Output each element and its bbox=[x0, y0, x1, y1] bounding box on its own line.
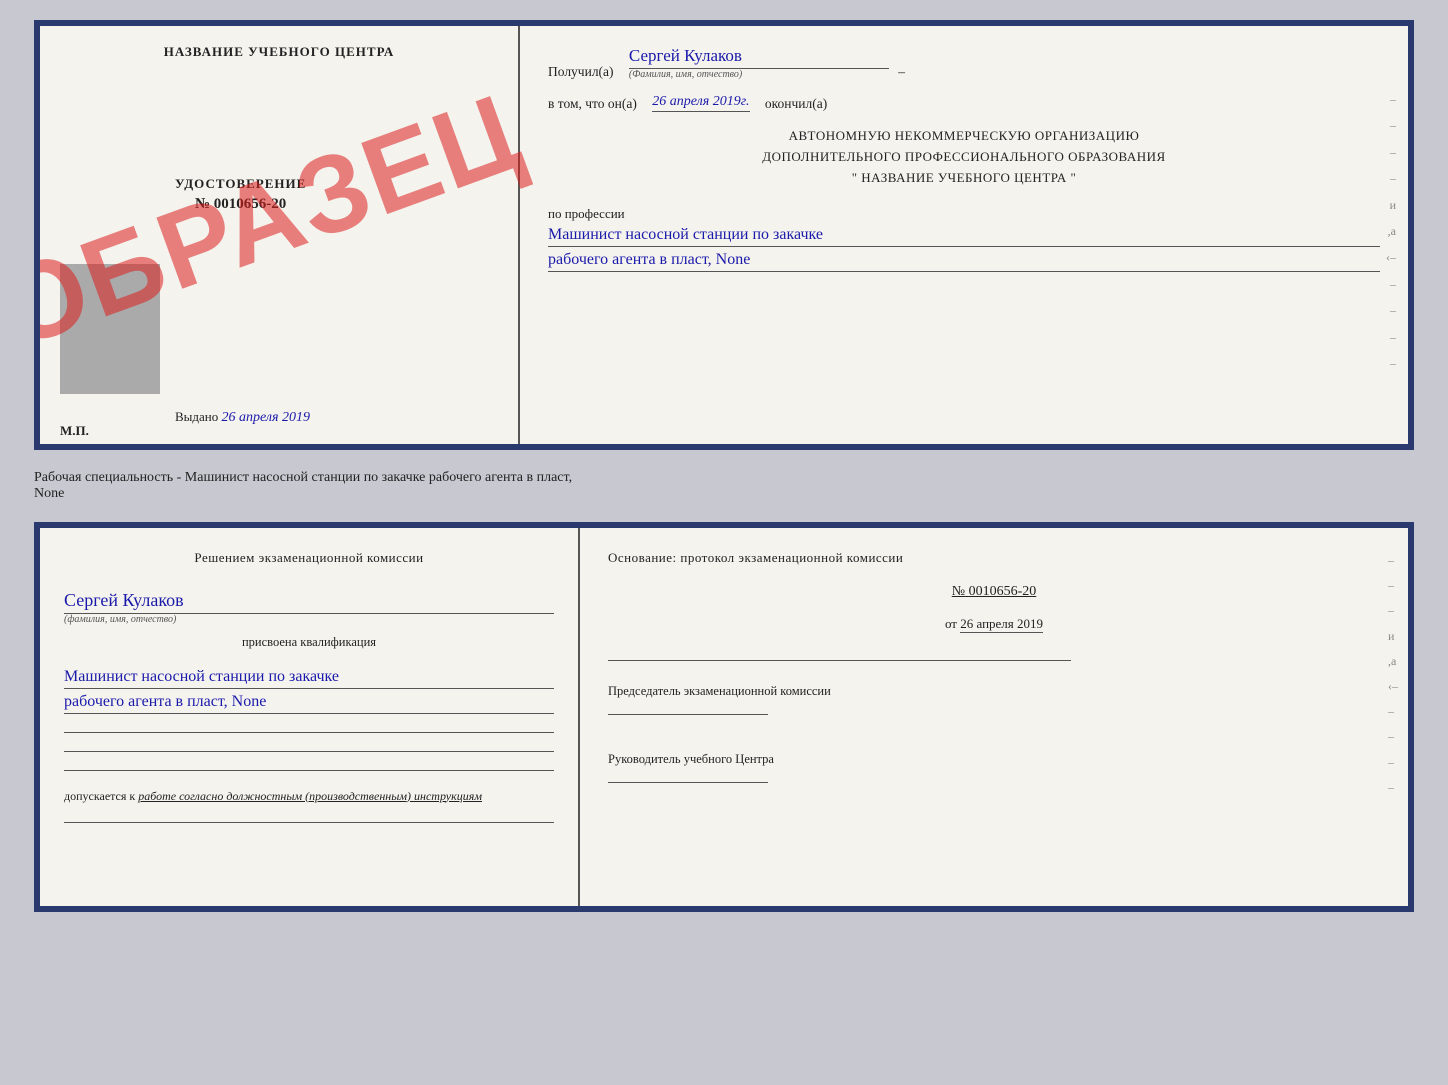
vydano-line: Выдано 26 апреля 2019 bbox=[175, 409, 310, 426]
familiya-label-bottom: (фамилия, имя, отчество) bbox=[64, 614, 554, 625]
vydano-date: 26 апреля 2019 bbox=[222, 410, 310, 425]
org-line1: АВТОНОМНУЮ НЕКОММЕРЧЕСКУЮ ОРГАНИЗАЦИЮ bbox=[548, 126, 1380, 147]
org-line3: " НАЗВАНИЕ УЧЕБНОГО ЦЕНТРА " bbox=[548, 168, 1380, 189]
dopuskaetsya-value: работе согласно должностным (производств… bbox=[138, 789, 482, 803]
caption-text1: Рабочая специальность - Машинист насосно… bbox=[34, 470, 1414, 486]
rukovoditel-sig-line bbox=[608, 782, 768, 783]
caption-text2: None bbox=[34, 486, 1414, 502]
blank-line4 bbox=[64, 822, 554, 823]
id-card-thumbnail bbox=[60, 264, 160, 394]
poluchil-label: Получил(а) bbox=[548, 64, 614, 80]
right-dashes-top: ––––и,а‹––––– bbox=[1386, 86, 1396, 376]
vtom-label: в том, что он(а) bbox=[548, 96, 637, 112]
profession-line1: Машинист насосной станции по закачке bbox=[548, 226, 1380, 247]
cert-top-right-panel: Получил(а) Сергей Кулаков (Фамилия, имя,… bbox=[520, 26, 1408, 444]
rukovoditel-label: Руководитель учебного Центра bbox=[608, 749, 1380, 769]
komissia-title: Решением экзаменационной комиссии bbox=[64, 548, 554, 568]
vtom-row: в том, что он(а) 26 апреля 2019г. окончи… bbox=[548, 94, 1380, 112]
blank-right-line1 bbox=[608, 652, 1380, 661]
bottom-certificate: Решением экзаменационной комиссии Сергей… bbox=[34, 522, 1414, 912]
rukovoditel-block: Руководитель учебного Центра bbox=[608, 749, 1380, 789]
predsedatel-label: Председатель экзаменационной комиссии bbox=[608, 681, 1380, 701]
familiya-label-top: (Фамилия, имя, отчество) bbox=[629, 69, 742, 80]
profession-label: по профессии bbox=[548, 206, 625, 221]
vydano-label: Выдано bbox=[175, 409, 218, 424]
cert-bottom-right-panel: Основание: протокол экзаменационной коми… bbox=[580, 528, 1408, 906]
cert-bottom-left-panel: Решением экзаменационной комиссии Сергей… bbox=[40, 528, 580, 906]
profession-line2: рабочего агента в пласт, None bbox=[548, 251, 1380, 272]
mp-label: М.П. bbox=[60, 423, 89, 439]
bottom-profession-block: Машинист насосной станции по закачке раб… bbox=[64, 664, 554, 714]
num-value: 0010656-20 bbox=[969, 584, 1037, 599]
osnovanie-title: Основание: протокол экзаменационной коми… bbox=[608, 548, 1380, 568]
blank-line2 bbox=[64, 751, 554, 752]
predsedatel-block: Председатель экзаменационной комиссии bbox=[608, 681, 1380, 721]
ot-date: 26 апреля 2019 bbox=[960, 616, 1043, 633]
okonchil-label: окончил(а) bbox=[765, 96, 827, 112]
profession-block: по профессии Машинист насосной станции п… bbox=[548, 206, 1380, 272]
poluchil-row: Получил(а) Сергей Кулаков (Фамилия, имя,… bbox=[548, 46, 1380, 80]
protokol-num: № 0010656-20 bbox=[608, 584, 1380, 600]
dopuskaetsya-label: допускается к bbox=[64, 789, 135, 803]
protokol-date: от 26 апреля 2019 bbox=[608, 616, 1380, 632]
udost-block: УДОСТОВЕРЕНИЕ № 0010656-20 bbox=[175, 176, 306, 213]
dopuskaetsya-block: допускается к работе согласно должностны… bbox=[64, 789, 554, 804]
udost-label: УДОСТОВЕРЕНИЕ bbox=[175, 176, 306, 192]
num-label: № bbox=[952, 584, 965, 599]
poluchil-value: Сергей Кулаков bbox=[629, 46, 889, 69]
top-certificate: НАЗВАНИЕ УЧЕБНОГО ЦЕНТРА ОБРАЗЕЦ УДОСТОВ… bbox=[34, 20, 1414, 450]
org-block: АВТОНОМНУЮ НЕКОММЕРЧЕСКУЮ ОРГАНИЗАЦИЮ ДО… bbox=[548, 126, 1380, 188]
vtom-date: 26 апреля 2019г. bbox=[652, 94, 749, 112]
cert-top-left-panel: НАЗВАНИЕ УЧЕБНОГО ЦЕНТРА ОБРАЗЕЦ УДОСТОВ… bbox=[40, 26, 520, 444]
name-block-bottom: Сергей Кулаков (фамилия, имя, отчество) bbox=[64, 584, 554, 625]
caption-block: Рабочая специальность - Машинист насосно… bbox=[34, 466, 1414, 506]
bottom-name-value: Сергей Кулаков bbox=[64, 590, 554, 614]
blank-line1 bbox=[64, 732, 554, 733]
udost-num: № 0010656-20 bbox=[175, 196, 306, 213]
bottom-profession-line1: Машинист насосной станции по закачке bbox=[64, 668, 554, 689]
ot-label: от bbox=[945, 616, 957, 631]
blank-line3 bbox=[64, 770, 554, 771]
cert-top-title: НАЗВАНИЕ УЧЕБНОГО ЦЕНТРА bbox=[60, 44, 498, 60]
right-dashes-bottom: –––и,а‹––––– bbox=[1388, 548, 1398, 800]
prisvoena-text: присвоена квалификация bbox=[64, 635, 554, 650]
org-line2: ДОПОЛНИТЕЛЬНОГО ПРОФЕССИОНАЛЬНОГО ОБРАЗО… bbox=[548, 147, 1380, 168]
predsedatel-sig-line bbox=[608, 714, 768, 715]
bottom-profession-line2: рабочего агента в пласт, None bbox=[64, 693, 554, 714]
